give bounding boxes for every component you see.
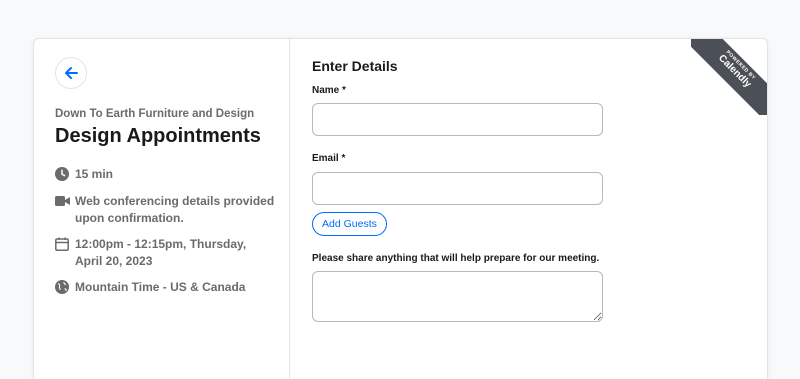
calendar-icon <box>55 236 75 251</box>
form-title: Enter Details <box>312 58 398 74</box>
email-label: Email * <box>312 153 346 164</box>
timezone-detail: Mountain Time - US & Canada <box>55 279 275 296</box>
notes-label: Please share anything that will help pre… <box>312 253 600 264</box>
arrow-left-icon <box>65 67 78 79</box>
clock-icon <box>55 166 75 181</box>
duration-detail: 15 min <box>55 166 275 183</box>
datetime-text: 12:00pm - 12:15pm, Thursday, April 20, 2… <box>75 237 247 268</box>
booking-card: Down To Earth Furniture and Design Desig… <box>33 38 768 379</box>
add-guests-button[interactable]: Add Guests <box>312 212 387 236</box>
event-title: Design Appointments <box>55 125 261 147</box>
globe-icon <box>55 279 75 294</box>
conferencing-detail: Web conferencing details provided upon c… <box>55 193 275 227</box>
notes-textarea[interactable] <box>312 271 603 322</box>
timezone-text: Mountain Time - US & Canada <box>75 280 246 294</box>
back-button[interactable] <box>55 57 87 89</box>
name-input[interactable] <box>312 103 603 136</box>
powered-by-badge[interactable]: POWERED BY Calendly <box>691 39 767 115</box>
name-label: Name * <box>312 85 346 96</box>
conferencing-text: Web conferencing details provided upon c… <box>75 194 275 225</box>
video-camera-icon <box>55 193 75 207</box>
duration-text: 15 min <box>75 167 114 181</box>
event-details-panel: Down To Earth Furniture and Design Desig… <box>34 39 290 379</box>
organization-name: Down To Earth Furniture and Design <box>55 108 255 120</box>
email-input[interactable] <box>312 172 603 205</box>
datetime-detail: 12:00pm - 12:15pm, Thursday, April 20, 2… <box>55 236 275 270</box>
